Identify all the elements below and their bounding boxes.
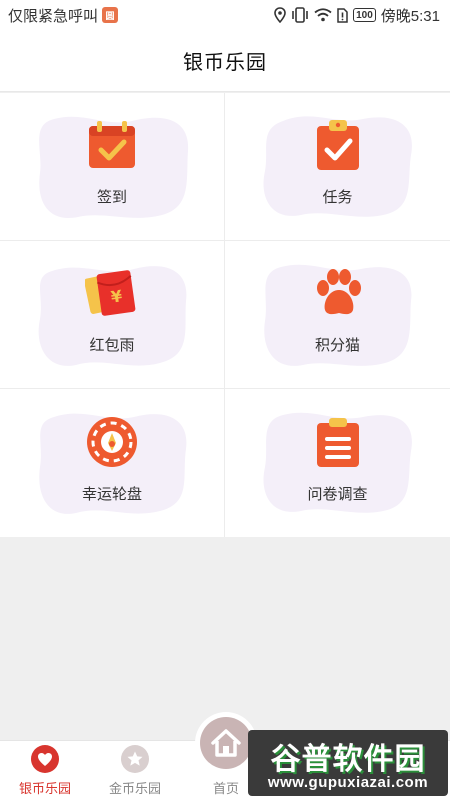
page-header: 银币乐园 <box>0 30 450 92</box>
calendar-check-icon <box>89 121 135 168</box>
watermark-title: 谷普软件园 <box>270 743 426 776</box>
red-envelope-icon: ¥ <box>85 270 136 316</box>
paw-icon <box>316 269 361 315</box>
carrier-text: 仅限紧急呼叫 <box>8 7 99 25</box>
tab-label: 金币乐园 <box>108 781 161 796</box>
sim-alert-icon <box>337 7 348 23</box>
survey-icon <box>316 417 359 467</box>
heart-icon <box>31 745 59 773</box>
location-icon <box>274 7 286 23</box>
tab-silver-coin-park[interactable]: 银币乐园 <box>0 741 90 800</box>
vibrate-icon <box>292 7 308 23</box>
wheel-icon <box>87 416 137 467</box>
clipboard-check-icon <box>316 120 359 170</box>
grid-item-label: 签到 <box>96 189 127 206</box>
grid-item-label: 积分猫 <box>314 337 360 354</box>
grid-item-label: 任务 <box>322 189 353 206</box>
page-title: 银币乐园 <box>183 52 267 74</box>
feature-grid: 签到 任务 ¥ 红包雨 积分猫 幸运轮盘 问卷调查 <box>0 93 450 537</box>
wifi-icon <box>314 8 332 22</box>
watermark-url: www.gupuxiazai.com <box>267 774 429 791</box>
grid-item-survey[interactable]: 问卷调查 <box>225 389 450 537</box>
clock: 傍晚5:31 <box>380 7 440 25</box>
status-bar: 仅限紧急呼叫 圆 100 傍晚5:31 <box>0 0 450 30</box>
tab-gold-coin-park[interactable]: 金币乐园 <box>90 741 180 800</box>
status-left: 仅限紧急呼叫 圆 <box>8 5 119 26</box>
status-right: 100 傍晚5:31 <box>274 5 440 26</box>
grid-item-points-cat[interactable]: 积分猫 <box>225 241 450 389</box>
grid-item-tasks[interactable]: 任务 <box>225 93 450 241</box>
grid-item-lucky-wheel[interactable]: 幸运轮盘 <box>0 389 225 537</box>
grid-item-red-envelope-rain[interactable]: ¥ 红包雨 <box>0 241 225 389</box>
tab-label: 银币乐园 <box>18 781 71 796</box>
star-icon <box>121 745 149 773</box>
battery-indicator: 100 <box>353 8 376 22</box>
home-button-circle <box>200 717 252 769</box>
sim-badge: 圆 <box>102 7 119 23</box>
home-icon <box>211 729 241 757</box>
grid-item-checkin[interactable]: 签到 <box>0 93 225 241</box>
grid-item-label: 幸运轮盘 <box>81 485 142 503</box>
watermark: 谷普软件园 www.gupuxiazai.com <box>248 730 448 796</box>
grid-item-label: 问卷调查 <box>307 485 368 503</box>
grid-item-label: 红包雨 <box>89 337 135 354</box>
